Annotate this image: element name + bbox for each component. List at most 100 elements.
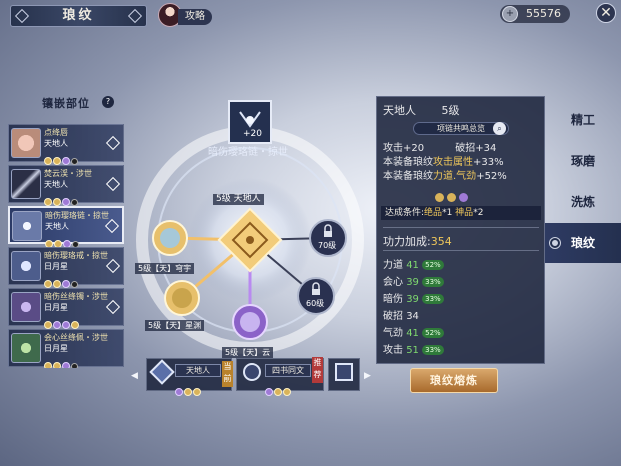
- power-value: 354: [430, 235, 452, 248]
- close-icon[interactable]: ✕: [596, 3, 616, 23]
- card-name: 天地人: [175, 364, 221, 377]
- resonance-card-more[interactable]: [328, 358, 360, 391]
- prev-arrow-icon[interactable]: ◀: [131, 371, 138, 381]
- bonus-line-value: +52%: [476, 171, 507, 182]
- resonance-card-recommend[interactable]: 四书同文 推荐: [236, 357, 324, 396]
- ornament-icon: [14, 8, 30, 24]
- help-icon[interactable]: ?: [102, 96, 114, 108]
- node-label-bottom: 5级【天】云: [222, 347, 274, 358]
- condition-bar: 达成条件:绝品*1 神品*2: [381, 206, 541, 220]
- item-icon: [11, 128, 41, 158]
- detail-level: 5级: [441, 104, 460, 117]
- item-icon: [11, 292, 41, 322]
- lock-level-70: 70级: [318, 241, 337, 250]
- slot-item[interactable]: 焚云渓・涉世 天地人: [8, 165, 124, 206]
- diamond-icon: [105, 176, 121, 192]
- gem-row: [44, 150, 79, 165]
- search-icon[interactable]: ⌕: [493, 122, 506, 135]
- stat-row: 攻击 51 33%: [383, 341, 444, 356]
- slot-name: 暗伤璎珞链・掠世: [45, 211, 109, 220]
- slot-name: 焚云渓・涉世: [44, 169, 92, 178]
- slot-sub: 天地人: [44, 139, 68, 148]
- stat-row: 力道 41 52%: [383, 256, 444, 271]
- slot-heading: 镶嵌部位: [42, 97, 90, 110]
- forge-button[interactable]: 琅纹熔炼: [410, 368, 498, 393]
- divider: [383, 250, 539, 251]
- tab-indicator-icon: [550, 238, 560, 248]
- condition-label: 达成条件:: [385, 208, 425, 218]
- right-tabs: 精工 琢磨 洗炼 琅纹: [545, 100, 621, 340]
- gem-row: [45, 233, 80, 248]
- slot-name: 暗伤璎珞戒・掠世: [44, 251, 108, 260]
- tab-refine[interactable]: 精工: [545, 100, 621, 140]
- currency-display: + 55576: [500, 5, 570, 23]
- gem-row: [175, 381, 202, 400]
- condition-grade-1: 绝品: [424, 208, 443, 218]
- rune-icon: [149, 359, 175, 385]
- slot-item[interactable]: 会心丝绦佩・涉世 日月星: [8, 329, 124, 368]
- slot-list: 点绛唇 天地人 焚云渓・涉世 天地人 暗伤璎珞链・掠世 天地人 暗伤璎珞戒・掠世…: [8, 124, 124, 368]
- condition-count-1: *1: [442, 208, 453, 218]
- diamond-icon: [105, 299, 121, 315]
- item-icon: [11, 169, 41, 199]
- slot-sub: 日月星: [44, 344, 68, 353]
- slot-sub: 日月星: [44, 303, 68, 312]
- bonus-line-attr: 力道.气劲: [433, 171, 477, 182]
- slot-item[interactable]: 暗伤丝绦镯・涉世 日月星: [8, 288, 124, 329]
- rune-icon: [243, 363, 261, 381]
- node-label-left-bottom: 5级【天】星渊: [145, 320, 205, 331]
- slot-item[interactable]: 暗伤璎珞戒・掠世 日月星: [8, 247, 124, 288]
- condition-count-2: *2: [473, 208, 484, 218]
- bonus-line-label: 本装备琅纹: [383, 171, 433, 182]
- diamond-icon: [104, 218, 120, 234]
- recommend-tag: 推荐: [312, 357, 323, 383]
- current-tag: 当前: [222, 361, 233, 387]
- item-icon: [11, 251, 41, 281]
- gem-row: [44, 355, 79, 368]
- slot-sub: 天地人: [44, 180, 68, 189]
- slot-name: 暗伤丝绦镯・涉世: [44, 292, 108, 301]
- page-title-plate: 琅纹: [10, 5, 147, 27]
- detail-panel: 天地人 5级 项链共鸣总览 ⌕ 攻击+20 破招+34 本装备琅纹攻击属性+33…: [376, 96, 545, 364]
- stat-row: 会心 39 33%: [383, 273, 444, 288]
- gem-row: [265, 381, 292, 400]
- resonance-card-current[interactable]: 天地人 当前: [146, 358, 233, 396]
- rune-icon: [335, 363, 353, 381]
- currency-value: 55576: [526, 7, 561, 20]
- gem-row: [44, 273, 79, 288]
- stat-row: 破招 34: [383, 311, 419, 322]
- slot-name: 会心丝绦佩・涉世: [44, 333, 108, 342]
- lock-level-60: 60级: [306, 299, 325, 308]
- tab-langwen[interactable]: 琅纹: [545, 223, 621, 263]
- gem-row: [44, 191, 79, 206]
- item-icon: [11, 333, 41, 363]
- detail-name: 天地人: [383, 104, 416, 117]
- diamond-icon: [105, 258, 121, 274]
- page-title: 琅纹: [62, 8, 95, 23]
- condition-grade-2: 神品: [455, 208, 474, 218]
- stat-row: 气劲 41 52%: [383, 324, 444, 339]
- card-name: 四书同文: [265, 364, 311, 377]
- diamond-icon: [105, 135, 121, 151]
- slot-item[interactable]: 点绛唇 天地人: [8, 124, 124, 165]
- tab-label: 琅纹: [570, 236, 595, 250]
- gem-row: [44, 314, 80, 329]
- core-label: 5级 天地人: [213, 194, 264, 205]
- slot-sub: 日月星: [44, 262, 68, 271]
- top-bar: 琅纹 攻略 + 55576 ✕: [0, 0, 621, 30]
- item-icon: [12, 211, 42, 241]
- stat-row: 暗伤 39 33%: [383, 290, 444, 305]
- slot-sub: 天地人: [45, 222, 69, 231]
- divider: [383, 227, 539, 228]
- tab-polish[interactable]: 琢磨: [545, 141, 621, 181]
- guide-button[interactable]: 攻略: [178, 9, 212, 25]
- item-title: 暗伤璎珞链・掠世: [208, 147, 288, 158]
- slot-name: 点绛唇: [44, 128, 68, 137]
- next-arrow-icon[interactable]: ▶: [364, 371, 371, 381]
- node-label-left-top: 5级【天】穹宇: [135, 263, 195, 274]
- ornament-icon: [127, 8, 143, 24]
- gem-row: [383, 193, 469, 205]
- slot-item-selected[interactable]: 暗伤璎珞链・掠世 天地人: [8, 206, 124, 248]
- item-level: +20: [240, 129, 265, 140]
- tab-reforge[interactable]: 洗炼: [545, 182, 621, 222]
